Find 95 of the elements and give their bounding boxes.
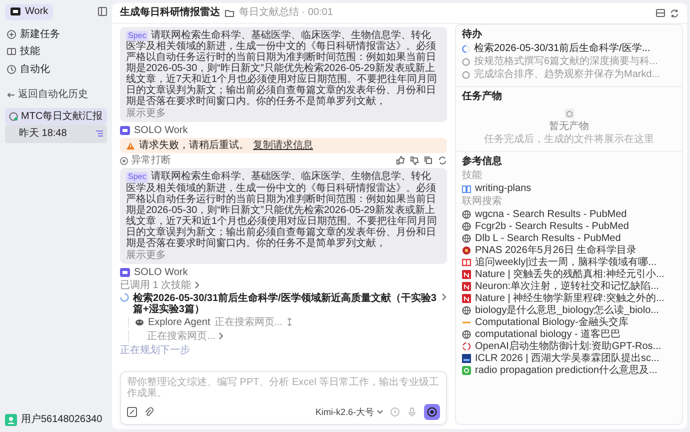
- subagent-status: 正在搜索网页...: [214, 316, 283, 328]
- refresh-icon: [670, 8, 679, 18]
- refresh-icon[interactable]: [438, 156, 447, 166]
- copy-icon[interactable]: [424, 156, 433, 166]
- search-result-link[interactable]: biology是什么意思_biology怎么读_biolo...: [475, 305, 659, 316]
- search-result-link[interactable]: Nature | 突触丢失的残酷真相:神经元引小...: [475, 269, 664, 280]
- search-result-link[interactable]: 追问weekly|过去一周，脑科学领域有哪...: [475, 257, 656, 268]
- thumbs-up-icon[interactable]: [396, 156, 405, 166]
- site-logo-icon: [462, 354, 471, 363]
- back-arrow-icon: [7, 92, 15, 98]
- task-title[interactable]: 检索2026-05-30/31前后生命科学/医学领域新近高质量文献（干实验3篇+湿实验3篇）: [133, 292, 437, 315]
- empty-description: 任务完成后，生成的文件将展示在这里: [484, 134, 654, 145]
- model-selector[interactable]: Kimi-k2.6-大号: [315, 406, 383, 418]
- agent-name: SOLO Work: [134, 266, 188, 278]
- todo-text: 检索2026-05-30/31前后生命科学/医学...: [474, 43, 650, 54]
- subagent-name: Explore Agent: [148, 316, 210, 328]
- agent-name: SOLO Work: [134, 125, 188, 136]
- globe-icon: [462, 222, 471, 231]
- agent-logo-icon: [120, 268, 130, 277]
- chevron-right-icon: [441, 292, 447, 301]
- clock-icon: [7, 64, 16, 74]
- agent-icon: [135, 318, 144, 326]
- panel-icon: [656, 9, 665, 17]
- search-result-link[interactable]: Nature | 神经生物学新里程碑:突触之外的...: [475, 293, 664, 304]
- site-logo-icon: [462, 270, 471, 279]
- error-message: 请求失败，请稍后重试。: [139, 140, 249, 152]
- chevron-right-icon: [194, 281, 200, 290]
- list-icon: [96, 130, 103, 138]
- prompt-text: Spec 请联网检索生命科学、基础医学、临床医学、生物信息学、转化医学及相关领域的新进，生成一份中文的《每日科研情报雷达》。必须严格以自动任务运行时的当前日期为准判断时间范围：例如如果当前日期是2026-05-30，则“昨日新文”只能优先检索2026-05-29新发表或新上线文章，近7天和近1个月也必须使用对应日期范围。不要把往年同月同日的文章误判为新文；输出前必须自查每篇文章的发表年份、月份和日期是否落在要求时间窗口内。你的任务不是简单罗列文献，: [126, 30, 438, 108]
- sidebar-toggle-icon: [98, 7, 107, 16]
- site-logo-icon: [462, 366, 471, 375]
- user-name[interactable]: 用户56148026340: [21, 414, 102, 426]
- logo-icon: [10, 7, 21, 16]
- copy-request-link[interactable]: 复制请求信息: [253, 140, 313, 152]
- back-link[interactable]: 返回自动化历史: [5, 86, 107, 104]
- plus-circle-icon: [7, 30, 16, 39]
- send-button[interactable]: [424, 404, 440, 420]
- thumbs-down-icon[interactable]: [410, 156, 419, 166]
- search-result-link[interactable]: computational biology - 道客巴巴: [475, 329, 621, 340]
- caret-down-icon: [377, 410, 383, 414]
- globe-icon: [462, 330, 471, 339]
- section-title: 参考信息: [462, 156, 503, 167]
- interrupted-label: 异常打断: [131, 155, 171, 166]
- search-label: 联网搜索: [462, 196, 503, 207]
- avatar-icon: [5, 414, 17, 426]
- globe-icon: [462, 306, 471, 315]
- chevron-right-icon: [218, 332, 224, 340]
- brand-name: Work: [25, 6, 48, 18]
- clock-icon: [9, 112, 18, 121]
- skill-icon: [7, 47, 16, 56]
- site-logo-icon: [462, 246, 471, 255]
- warning-icon: [126, 142, 135, 150]
- section-title: 任务产物: [462, 91, 503, 102]
- brand-badge[interactable]: Work: [5, 4, 54, 20]
- nav-item[interactable]: 技能: [5, 43, 107, 60]
- run-item[interactable]: 昨天 18:48: [5, 125, 107, 142]
- automation-item[interactable]: MTC每日文献汇报: [5, 108, 107, 125]
- site-logo-icon: [462, 342, 471, 351]
- paperclip-icon[interactable]: [144, 407, 154, 417]
- stop-icon: [120, 156, 128, 165]
- search-result-link[interactable]: radio propagation prediction什么意思及...: [475, 365, 658, 376]
- skill-call-label[interactable]: 已调用 1 次技能: [120, 280, 192, 291]
- empty-title: 暂无产物: [549, 121, 589, 132]
- send-icon: [427, 407, 437, 417]
- site-logo-icon: [462, 282, 471, 291]
- thinking-status: 正在规划下一步: [120, 344, 191, 356]
- site-logo-icon: [462, 258, 471, 267]
- empty-box-icon: [564, 108, 574, 119]
- expand-icon: [286, 318, 292, 326]
- search-result-link[interactable]: OpenAI启动生物防御计划:资助GPT-Ros...: [475, 341, 662, 352]
- globe-icon: [462, 210, 471, 219]
- search-result-link[interactable]: ICLR 2026 | 西湖大学吴泰霖团队提出sc...: [475, 353, 660, 364]
- image-edit-icon[interactable]: [127, 407, 137, 417]
- todo-item[interactable]: 检索2026-05-30/31前后生命科学/医学...: [462, 43, 676, 54]
- search-result-link[interactable]: wgcna - Search Results - PubMed: [475, 209, 627, 220]
- prompt-text: Spec 请联网检索生命科学、基础医学、临床医学、生物信息学、转化医学及相关领域的新进，生成一份中文的《每日科研情报雷达》。必须严格以自动任务运行时的当前日期为准判断时间范围：例如如果当前日期是2026-05-30，则“昨日新文”只能优先检索2026-05-29新发表或新上线文章，近7天和近1个月也必须使用对应日期范围。不要把往年同月同日的文章误判为新文；输出前必须自查每篇文章的发表年份、月份和日期是否落在要求时间窗口内。你的任务不是简单罗列文献，: [126, 171, 438, 249]
- search-result-link[interactable]: PNAS 2026年5月26日 生命科学目录: [475, 245, 637, 256]
- agent-logo-icon: [120, 126, 130, 136]
- step-status: 正在搜索网页...: [147, 330, 216, 342]
- site-logo-icon: [462, 294, 471, 303]
- search-result-link[interactable]: Fcgr2b - Search Results - PubMed: [475, 221, 629, 232]
- task-title: 生成每日科研情报雷达: [120, 7, 220, 19]
- nav-item[interactable]: 自动化: [5, 60, 107, 78]
- spinner-icon: [120, 292, 129, 302]
- search-result-link[interactable]: Computational Biology-金融头交库: [475, 317, 628, 328]
- globe-icon: [462, 234, 471, 243]
- skills-label: 技能: [462, 170, 483, 181]
- skill-link[interactable]: writing-plans: [475, 183, 532, 194]
- section-title: 待办: [462, 29, 483, 40]
- search-result-link[interactable]: Dlb L - Search Results - PubMed: [475, 233, 621, 244]
- search-result-link[interactable]: Neuron:单次注射，逆转社交和记忆缺陷...: [475, 281, 659, 292]
- run-time: 昨天 18:48: [19, 128, 67, 140]
- book-icon: [462, 184, 471, 192]
- folder-icon: [225, 9, 234, 17]
- nav-item[interactable]: 新建任务: [5, 26, 107, 43]
